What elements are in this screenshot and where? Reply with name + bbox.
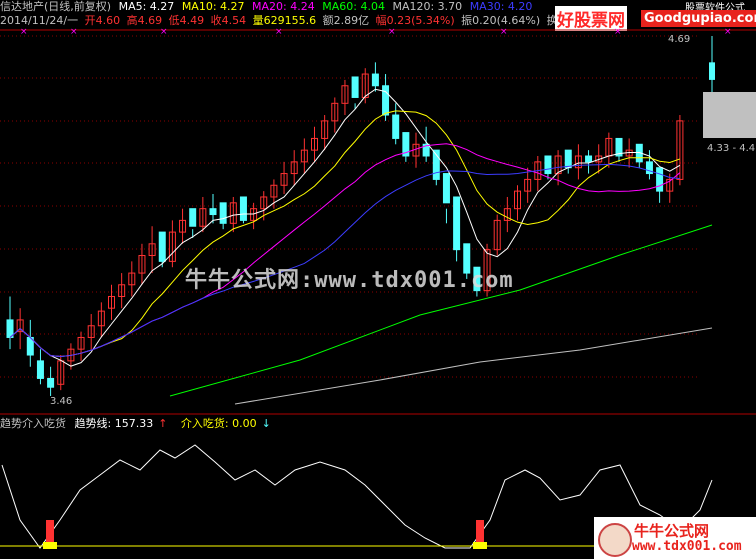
buy-signal-bar [46,520,54,542]
candle-body [709,62,715,80]
tick-marker: × [500,27,508,37]
tick-marker: × [20,27,28,37]
cursor-value: 4.33 - 4.4 [707,143,755,154]
corner-logo-name: 牛牛公式网 [634,522,710,540]
candle-body [371,73,379,87]
buy-signal-bar [476,520,484,542]
trend-line-value: 趋势线: 157.33 [74,417,154,430]
trend-arrow-icon: ↑ [158,417,168,430]
candle-body [239,196,247,221]
low-price-marker: 3.46 [50,396,72,407]
tick-marker: × [724,27,732,37]
candle-body [656,167,664,192]
tick-marker: × [614,27,622,37]
candle-body [392,114,400,139]
candle-body [189,208,197,227]
tick-marker: × [70,27,78,37]
indicator-buy-signal: 介入吃货: 0.00 ↓ [181,417,276,430]
cow-mascot-icon [598,523,632,557]
ma5-line [9,88,681,367]
candle-body [158,231,166,262]
ma120-line [234,327,713,405]
candle-body [36,360,44,379]
indicator-trend-line: 趋势线: 157.33 ↑ [75,417,173,430]
buy-signal-value: 介入吃货: 0.00 [180,417,257,430]
corner-logo-url: www.tdx001.com [632,539,742,554]
corner-logo: 牛牛公式网 www.tdx001.com [594,517,756,559]
candle-body [585,155,593,163]
candle-body [442,173,450,204]
buy-arrow-icon: ↓ [261,417,271,430]
tick-marker: × [275,27,283,37]
indicator-header: 趋势介入吃货 趋势线: 157.33 ↑ 介入吃货: 0.00 ↓ [0,417,281,431]
candle-body [544,155,552,175]
candle-body [453,196,461,251]
ma60-line [169,224,713,397]
candle-body [47,377,55,388]
indicator-name: 趋势介入吃货 [0,417,66,430]
high-price-marker: 4.69 [668,34,690,45]
candle-body [209,208,217,216]
candle-body [6,319,14,338]
tick-marker: × [160,27,168,37]
ma30-line [9,163,680,357]
candle-body [219,202,227,224]
candle-body [382,85,390,116]
cursor-box [703,92,756,138]
ma10-line [9,110,681,357]
stock-chart-window: { "header": { "stock_name": "信达地产(日线,前复权… [0,0,756,559]
candle-body [564,149,572,169]
tick-marker: × [388,27,396,37]
candle-body [351,76,359,98]
center-watermark: 牛牛公式网:www.tdx001.com [185,268,514,293]
